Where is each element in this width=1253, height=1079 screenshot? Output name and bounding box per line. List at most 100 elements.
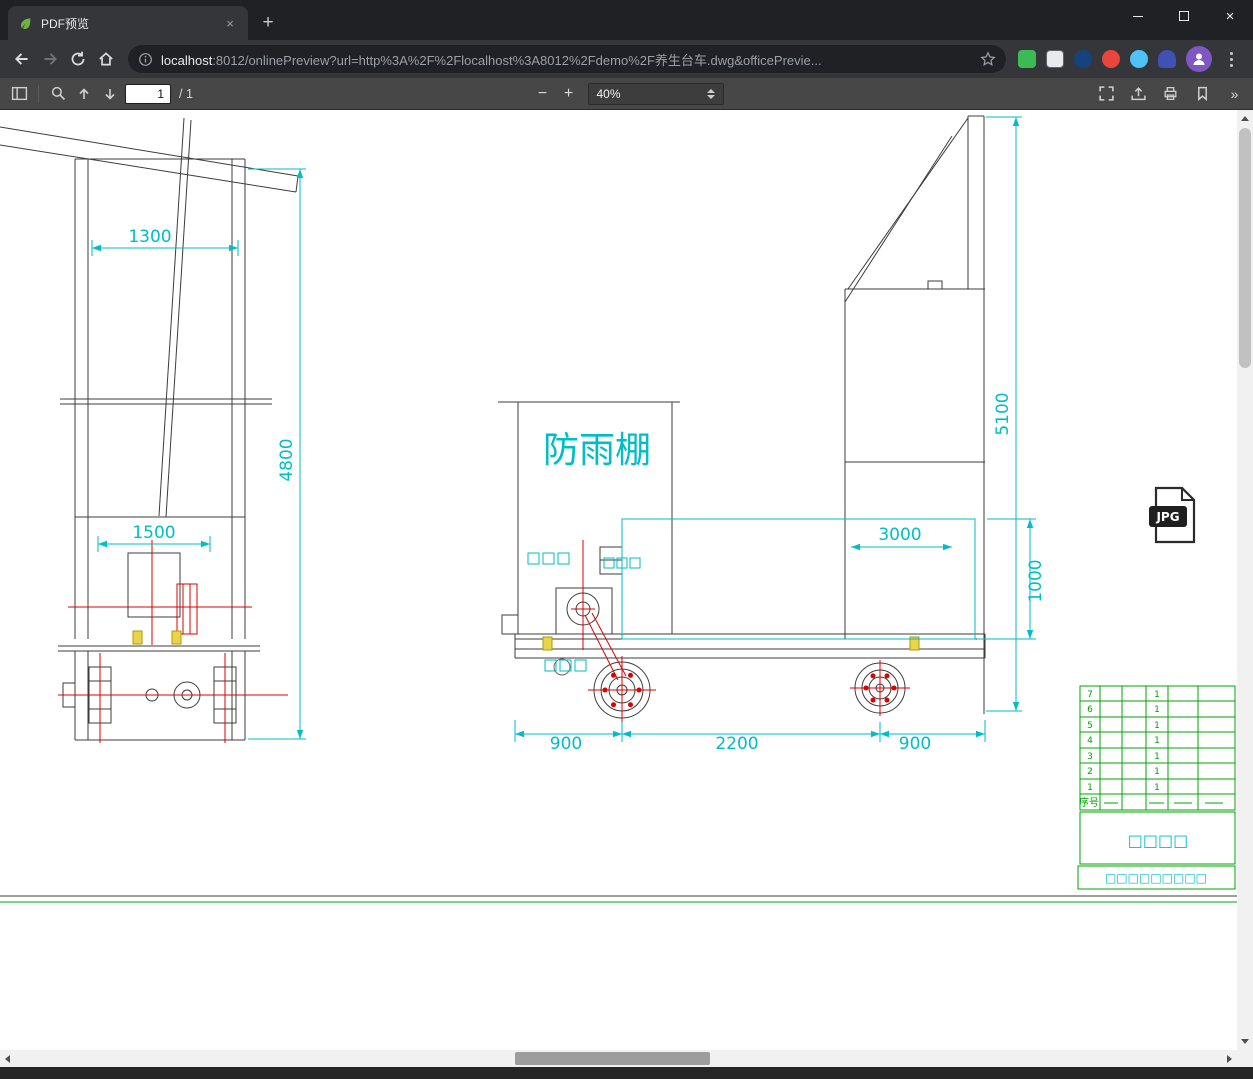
fullscreen-icon [1098,86,1114,101]
arrow-up-icon [79,87,89,99]
zoom-select-arrows-icon [706,89,715,99]
browser-menu-button[interactable] [1222,48,1241,71]
sidebar-icon [11,86,27,101]
scroll-down-arrow-icon[interactable] [1241,1039,1249,1044]
bom-row-no: 5 [1087,721,1093,731]
extension-icon-1[interactable] [1018,50,1036,68]
bom-row-no: 6 [1087,705,1093,715]
back-button[interactable] [8,45,36,73]
pdf-page: 1300 4800 1500 防雨棚 3000 1000 5100 900 22… [0,110,1237,1050]
browser-tab[interactable]: PDF预览 × [8,6,248,40]
window-close-button[interactable]: × [1207,0,1253,32]
bom-qty: 1 [1154,767,1160,777]
print-button[interactable] [1157,81,1183,107]
browser-window: PDF预览 × + × localhost:8012/onlinePreview… [0,0,1253,1079]
bom-row-no: 1 [1087,783,1093,793]
url-text: localhost:8012/onlinePreview?url=http%3A… [161,50,972,69]
pdf-toolbar-right: » [1093,81,1247,107]
navigation-bar: localhost:8012/onlinePreview?url=http%3A… [0,40,1253,78]
zoom-in-button[interactable]: + [556,81,582,107]
bom-qty: 1 [1154,752,1160,762]
new-tab-button[interactable]: + [254,9,282,37]
title-block: 7 6 5 4 3 2 1 1 1 1 1 1 1 1 序号 □□□□ □□□□… [1077,685,1236,890]
spring-leaf-icon [21,17,31,29]
bom-row-no: 2 [1087,767,1093,777]
tab-title: PDF预览 [41,16,90,31]
more-tools-button[interactable]: » [1221,81,1247,107]
page-count-label: / 1 [179,86,193,101]
window-maximize-button[interactable] [1161,0,1207,32]
dim-900-right-label: 900 [899,734,931,754]
minimize-icon [1133,15,1143,17]
home-icon [99,52,113,66]
window-minimize-button[interactable] [1115,0,1161,32]
bom-qty: 1 [1154,705,1160,715]
scroll-up-arrow-icon[interactable] [1241,116,1249,121]
close-icon: × [1225,7,1235,25]
tab-close-button[interactable]: × [222,15,238,31]
window-bottom-edge [0,1067,1253,1079]
zoom-value: 40% [596,87,621,101]
horizontal-scrollbar[interactable] [0,1050,1237,1067]
forward-button[interactable] [36,45,64,73]
bookmark-star-icon[interactable] [980,51,996,67]
maximize-icon [1179,11,1189,21]
toolbar-divider [38,84,39,103]
back-icon [15,53,28,65]
url-host: localhost [161,52,213,68]
jpg-badge-label: JPG [1155,510,1179,524]
person-icon [1193,53,1205,65]
open-file-button[interactable] [1125,81,1151,107]
bookmark-button[interactable] [1189,81,1215,107]
side-view: 防雨棚 3000 1000 5100 900 2200 900 [498,115,1046,754]
page-number-input[interactable] [125,83,171,104]
search-icon [51,86,65,101]
dim-5100-label: 5100 [993,392,1013,435]
reload-button[interactable] [64,45,92,73]
bom-qty: 1 [1154,721,1160,731]
dim-1500-label: 1500 [132,523,175,543]
dim-4800-label: 4800 [277,438,297,481]
forward-icon [44,53,57,65]
bookmark-icon [1197,86,1207,101]
scroll-left-arrow-icon[interactable] [5,1055,10,1063]
open-file-icon [1130,87,1146,101]
dim-900-left-label: 900 [550,734,582,754]
presentation-mode-button[interactable] [1093,81,1119,107]
reload-icon [71,51,85,66]
arrow-down-icon [105,88,115,100]
jpg-file-icon: JPG [1149,486,1196,544]
dim-1000-label: 1000 [1026,559,1046,602]
bom-qty: 1 [1154,690,1160,700]
url-path: :8012/onlinePreview?url=http%3A%2F%2Floc… [212,52,822,68]
bom-row-no: 7 [1087,690,1093,700]
extension-icon-4[interactable] [1102,50,1120,68]
tab-strip: PDF预览 × + × [0,0,1253,40]
vertical-scrollbar[interactable] [1237,110,1253,1050]
previous-page-button[interactable] [71,81,97,107]
vertical-scroll-thumb[interactable] [1239,128,1251,368]
cad-drawing: 1300 4800 1500 防雨棚 3000 1000 5100 900 22… [0,115,1237,903]
extension-icon-cloud[interactable] [1130,50,1148,68]
dim-1300-label: 1300 [128,227,171,247]
home-button[interactable] [92,45,120,73]
extension-icon-translate[interactable] [1046,50,1064,68]
pdf-toolbar: / 1 − + 40% [0,78,1253,110]
zoom-select[interactable]: 40% [587,83,724,105]
sidebar-toggle-button[interactable] [6,81,32,107]
search-button[interactable] [45,81,71,107]
scroll-right-arrow-icon[interactable] [1227,1055,1232,1063]
bom-qty: 1 [1154,736,1160,746]
zoom-out-button[interactable]: − [530,81,556,107]
extension-icon-shield[interactable] [1158,50,1176,68]
extensions-area [1014,46,1245,72]
bom-qty: 1 [1154,783,1160,793]
page-info-icon[interactable] [138,52,153,67]
extension-icon-3[interactable] [1074,50,1092,68]
horizontal-scroll-thumb[interactable] [515,1052,710,1065]
profile-avatar[interactable] [1186,46,1212,72]
dim-3000-label: 3000 [878,525,921,545]
next-page-button[interactable] [97,81,123,107]
zoom-controls: − + 40% [530,78,724,110]
address-bar[interactable]: localhost:8012/onlinePreview?url=http%3A… [128,45,1006,73]
